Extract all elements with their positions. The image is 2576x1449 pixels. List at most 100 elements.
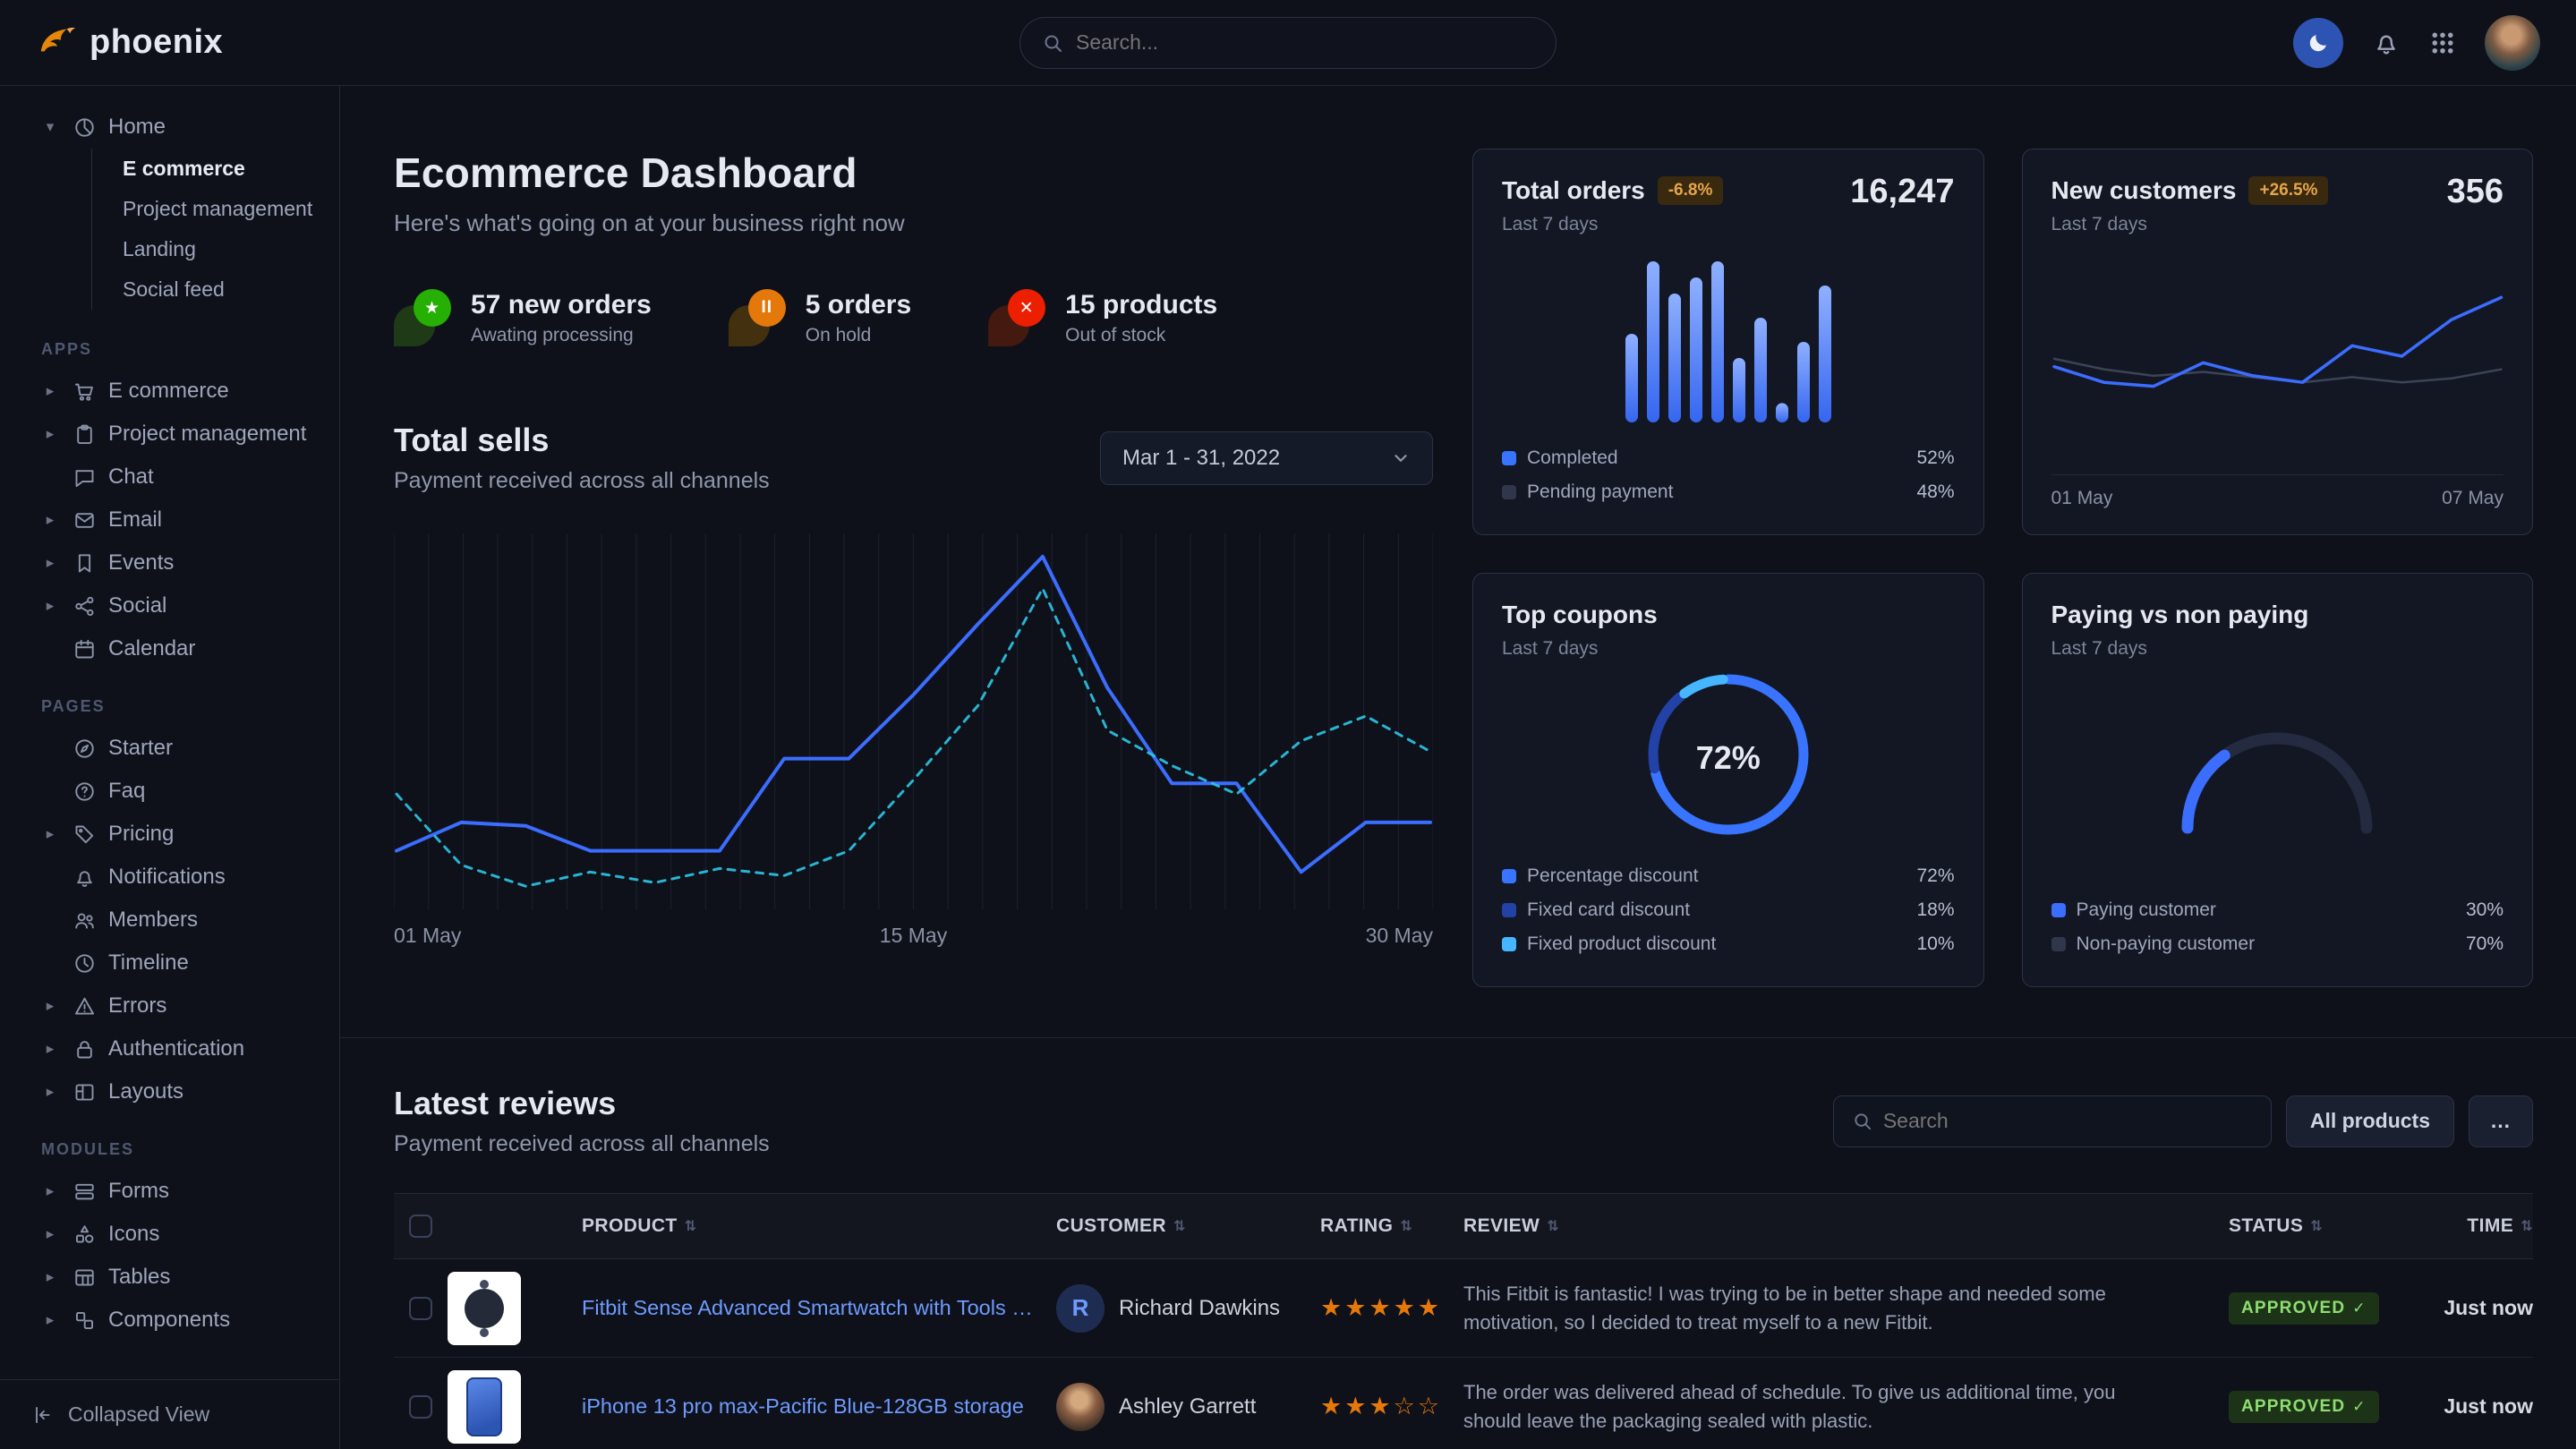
global-search[interactable] xyxy=(1019,17,1557,69)
search-input[interactable] xyxy=(1076,30,1534,55)
clipboard-icon xyxy=(73,422,97,447)
customers-line-chart xyxy=(2051,248,2504,460)
date-range-select[interactable]: Mar 1 - 31, 2022 xyxy=(1100,431,1433,485)
collapse-view-button[interactable]: Collapsed View xyxy=(0,1379,339,1449)
product-image[interactable] xyxy=(448,1272,521,1345)
sidebar-item-e-commerce[interactable]: ▸E commerce xyxy=(0,370,339,413)
avatar[interactable] xyxy=(2485,15,2540,71)
reviews-search[interactable] xyxy=(1833,1095,2272,1147)
column-header-status[interactable]: STATUS⇅ xyxy=(2229,1215,2412,1237)
stat-value: 15 products xyxy=(1065,290,1217,320)
sidebar-item-events[interactable]: ▸ Events xyxy=(0,541,339,584)
sidebar-item-authentication[interactable]: ▸Authentication xyxy=(0,1027,339,1070)
column-header-review[interactable]: REVIEW⇅ xyxy=(1463,1215,2229,1237)
sidebar-item-calendar[interactable]: Calendar xyxy=(0,627,339,670)
sidebar-item-label: Calendar xyxy=(108,636,195,661)
sidebar-item-members[interactable]: Members xyxy=(0,899,339,942)
product-link[interactable]: Fitbit Sense Advanced Smartwatch with To… xyxy=(582,1296,1056,1320)
legend-item: Non-paying customer70% xyxy=(2051,927,2504,961)
legend-value: 48% xyxy=(1916,482,1954,503)
sidebar-item-notifications[interactable]: Notifications xyxy=(0,856,339,899)
total-sells-chart: 01 May15 May30 May xyxy=(394,533,1433,948)
sidebar-item-label: Events xyxy=(108,550,174,575)
stat-caption: Awating processing xyxy=(471,325,652,346)
sidebar-subitem-e-commerce[interactable]: E commerce xyxy=(92,149,339,189)
sidebar-nav: ▾HomeE commerceProject managementLanding… xyxy=(0,106,339,1342)
users-icon xyxy=(73,908,97,933)
card-period: Last 7 days xyxy=(2051,214,2504,235)
sidebar-item-timeline[interactable]: Timeline xyxy=(0,942,339,984)
sidebar-item-components[interactable]: ▸Components xyxy=(0,1299,339,1342)
sidebar-item-icons[interactable]: ▸Icons xyxy=(0,1213,339,1256)
select-all-checkbox[interactable] xyxy=(409,1215,432,1238)
sidebar-item-tables[interactable]: ▸Tables xyxy=(0,1256,339,1299)
trend-badge: -6.8% xyxy=(1658,176,1724,205)
row-checkbox[interactable] xyxy=(409,1297,432,1320)
sidebar-item-label: Timeline xyxy=(108,950,189,976)
stat-value: 5 orders xyxy=(806,290,911,320)
sidebar-subitem-social-feed[interactable]: Social feed xyxy=(92,269,339,310)
sidebar-section-title: APPS xyxy=(0,313,339,370)
customer-name: Richard Dawkins xyxy=(1119,1296,1280,1321)
reviews-subtitle: Payment received across all channels xyxy=(394,1131,770,1157)
row-checkbox[interactable] xyxy=(409,1395,432,1419)
sidebar-subitem-project-management[interactable]: Project management xyxy=(92,189,339,229)
sidebar-item-chat[interactable]: Chat xyxy=(0,456,339,499)
stat-caption: Out of stock xyxy=(1065,325,1217,346)
sidebar-item-label: Forms xyxy=(108,1179,169,1204)
latest-reviews-section: Latest reviews Payment received across a… xyxy=(340,1037,2576,1449)
card-title: New customers xyxy=(2051,176,2237,205)
calendar-icon xyxy=(73,637,97,661)
reviews-search-input[interactable] xyxy=(1883,1109,2253,1133)
legend-swatch xyxy=(2051,903,2066,917)
column-header-customer[interactable]: CUSTOMER⇅ xyxy=(1056,1215,1320,1237)
shapes-icon xyxy=(73,1223,97,1247)
card-period: Last 7 days xyxy=(1502,638,1955,660)
card-period: Last 7 days xyxy=(2051,638,2504,660)
more-options-button[interactable]: ... xyxy=(2469,1095,2533,1147)
paying-vs-nonpaying-card: Paying vs non paying Last 7 days Paying … xyxy=(2022,573,2534,987)
product-image[interactable] xyxy=(448,1370,521,1444)
sidebar-item-label: Chat xyxy=(108,465,154,490)
card-title: Paying vs non paying xyxy=(2051,601,2309,629)
x-axis-label: 07 May xyxy=(2442,488,2503,509)
share-icon xyxy=(73,594,97,618)
chevron-right-icon: ▸ xyxy=(39,1311,61,1329)
chevron-right-icon: ▸ xyxy=(39,554,61,572)
sidebar-item-label: Pricing xyxy=(108,822,174,847)
column-header-rating[interactable]: RATING⇅ xyxy=(1320,1215,1463,1237)
customer-name: Ashley Garrett xyxy=(1119,1394,1256,1419)
sidebar-item-errors[interactable]: ▸Errors xyxy=(0,984,339,1027)
sidebar-item-pricing[interactable]: ▸Pricing xyxy=(0,813,339,856)
topbar: phoenix xyxy=(0,0,2576,86)
status-badge: APPROVED ✓ xyxy=(2229,1292,2379,1325)
sidebar-item-project-management[interactable]: ▸Project management xyxy=(0,413,339,456)
stat-value: 57 new orders xyxy=(471,290,652,320)
theme-toggle-button[interactable] xyxy=(2293,18,2343,68)
sidebar-item-label: Home xyxy=(108,115,166,140)
product-link[interactable]: iPhone 13 pro max-Pacific Blue-128GB sto… xyxy=(582,1394,1042,1419)
sidebar-item-starter[interactable]: Starter xyxy=(0,727,339,770)
legend-swatch xyxy=(1502,869,1516,883)
sidebar-item-email[interactable]: ▸Email xyxy=(0,499,339,541)
column-header-time[interactable]: TIME⇅ xyxy=(2412,1215,2533,1237)
sidebar-item-forms[interactable]: ▸Forms xyxy=(0,1170,339,1213)
stat-icon: ✕ xyxy=(988,289,1045,346)
legend-value: 70% xyxy=(2466,933,2503,955)
sidebar-subitem-landing[interactable]: Landing xyxy=(92,229,339,269)
total-sells-subtitle: Payment received across all channels xyxy=(394,468,770,494)
all-products-button[interactable]: All products xyxy=(2286,1095,2454,1147)
sidebar-item-label: Starter xyxy=(108,736,173,761)
sidebar-item-home[interactable]: ▾Home xyxy=(0,106,339,149)
apps-grid-button[interactable] xyxy=(2429,30,2456,56)
notifications-button[interactable] xyxy=(2372,29,2401,57)
sidebar-item-layouts[interactable]: ▸Layouts xyxy=(0,1070,339,1113)
sidebar-item-faq[interactable]: Faq xyxy=(0,770,339,813)
quick-stat: II5 ordersOn hold xyxy=(729,289,911,346)
legend-value: 72% xyxy=(1916,865,1954,887)
legend-item: Fixed product discount10% xyxy=(1502,927,1955,961)
column-header-product[interactable]: PRODUCT⇅ xyxy=(582,1215,1056,1237)
sidebar-item-social[interactable]: ▸Social xyxy=(0,584,339,627)
chevron-right-icon: ▸ xyxy=(39,997,61,1015)
brand[interactable]: phoenix xyxy=(36,19,223,66)
